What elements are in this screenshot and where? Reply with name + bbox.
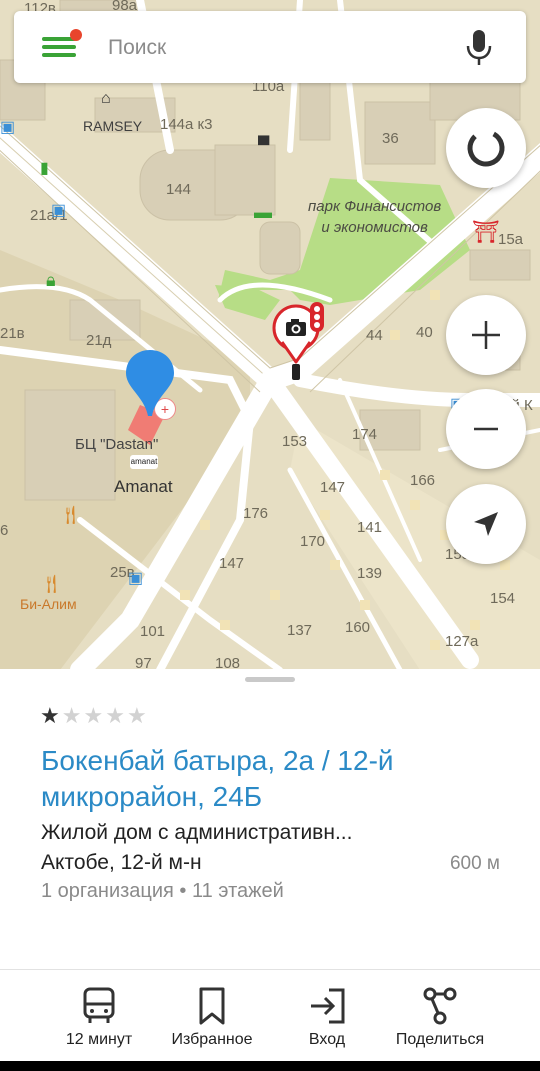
house-number: 154 bbox=[490, 590, 516, 607]
shop-icon[interactable]: 🔒︎ bbox=[46, 270, 56, 291]
star-empty-icon: ★ bbox=[83, 703, 106, 728]
house-number: 147 bbox=[219, 555, 245, 572]
bookmark-icon bbox=[199, 987, 225, 1025]
poi-bi-alim[interactable]: Би-Алим bbox=[20, 596, 77, 612]
place-card[interactable]: ★★★★★ Бокенбай батыра, 2а / 12-й микрора… bbox=[0, 669, 540, 969]
poi-amanat[interactable]: Amanat bbox=[114, 477, 173, 497]
zoom-out-button[interactable] bbox=[446, 389, 526, 469]
plus-icon bbox=[472, 321, 500, 349]
water-tower-icon[interactable]: ⛩︎ bbox=[472, 219, 500, 245]
restaurant-icon[interactable]: 🍴︎ bbox=[40, 574, 63, 595]
park-name-line2: и экономистов bbox=[321, 219, 428, 236]
house-number: 170 bbox=[300, 533, 326, 550]
house-number: 6 bbox=[0, 522, 9, 539]
share-button-label: Поделиться bbox=[395, 1031, 485, 1048]
house-number: 153 bbox=[282, 433, 308, 450]
house-number: 15а bbox=[498, 231, 524, 248]
house-number: 144а к3 bbox=[160, 116, 213, 133]
favorites-button-label: Избранное bbox=[171, 1031, 253, 1048]
restaurant-icon[interactable]: 🍴︎ bbox=[59, 505, 82, 526]
house-number: 21д bbox=[86, 332, 112, 349]
rating-stars: ★★★★★ bbox=[40, 703, 149, 729]
system-nav-bar bbox=[0, 1061, 540, 1071]
route-button[interactable]: 12 минут bbox=[34, 970, 164, 1062]
house-number: 147 bbox=[320, 479, 346, 496]
bus-stop-icon[interactable]: ▣ bbox=[128, 568, 143, 588]
poi-bc-dastan[interactable]: БЦ "Dastan" bbox=[75, 436, 158, 453]
traffic-ring-icon bbox=[467, 129, 505, 167]
house-number: 141 bbox=[357, 519, 383, 536]
favorites-button[interactable]: Избранное bbox=[147, 970, 277, 1062]
bus-stop-icon[interactable]: ▣ bbox=[51, 200, 66, 220]
poi-park[interactable]: парк Финансистов и экономистов bbox=[308, 196, 441, 238]
house-number: 97 bbox=[135, 655, 152, 670]
entrance-icon bbox=[311, 988, 345, 1024]
house-number: 137 bbox=[287, 622, 313, 639]
bench-icon: ▀ bbox=[258, 137, 270, 154]
house-number: 108 bbox=[215, 655, 241, 670]
house-number: 36 bbox=[382, 130, 399, 147]
entrance-button[interactable]: Вход bbox=[262, 970, 392, 1062]
place-description: Жилой дом с административн... bbox=[41, 821, 353, 844]
place-title[interactable]: Бокенбай батыра, 2а / 12-й микрорайон, 2… bbox=[41, 743, 501, 815]
star-filled-icon: ★ bbox=[40, 703, 62, 728]
hotel-icon[interactable]: ▬ bbox=[254, 202, 272, 223]
house-number: 101 bbox=[140, 623, 166, 640]
search-bar bbox=[14, 11, 526, 83]
park-name-line1: парк Финансистов bbox=[308, 198, 442, 215]
house-number: 166 bbox=[410, 472, 436, 489]
bus-icon bbox=[83, 987, 115, 1023]
house-number: 44 bbox=[366, 327, 383, 344]
action-bar: 12 минут Избранное Вход Поделиться bbox=[0, 969, 540, 1062]
house-number: 40 bbox=[416, 324, 433, 341]
poi-ramsey[interactable]: RAMSEY bbox=[83, 118, 142, 134]
place-meta: 1 организация • 11 этажей bbox=[41, 880, 284, 902]
house-number: 144 bbox=[166, 181, 192, 198]
my-location-button[interactable] bbox=[446, 484, 526, 564]
zoom-in-button[interactable] bbox=[446, 295, 526, 375]
house-number: 21в bbox=[0, 325, 25, 342]
share-icon bbox=[423, 987, 457, 1025]
minus-icon bbox=[474, 427, 498, 431]
navigation-arrow-icon bbox=[474, 512, 498, 536]
microphone-icon[interactable] bbox=[466, 29, 492, 67]
location-pin-icon[interactable] bbox=[124, 348, 176, 420]
house-number: 176 bbox=[243, 505, 269, 522]
hanger-icon[interactable]: ⌂ bbox=[101, 90, 111, 108]
notification-dot-icon bbox=[70, 29, 82, 41]
menu-icon[interactable] bbox=[42, 29, 82, 61]
house-number: 127а bbox=[445, 633, 479, 650]
place-address: Актобе, 12-й м-н bbox=[41, 851, 202, 874]
house-number: 139 bbox=[357, 565, 383, 582]
star-empty-icon: ★ bbox=[126, 703, 149, 728]
amanat-logo: amanat bbox=[130, 455, 158, 469]
house-number: 174 bbox=[352, 426, 378, 443]
route-button-label: 12 минут bbox=[65, 1031, 133, 1048]
share-button[interactable]: Поделиться bbox=[375, 970, 505, 1062]
traffic-layer-button[interactable] bbox=[446, 108, 526, 188]
sheet-drag-handle[interactable] bbox=[245, 677, 295, 682]
bus-stop-icon[interactable]: ▣ bbox=[0, 117, 15, 137]
traffic-light-icon: ▮ bbox=[40, 160, 49, 177]
house-number: 160 bbox=[345, 619, 371, 636]
entrance-button-label: Вход bbox=[308, 1031, 346, 1048]
star-empty-icon: ★ bbox=[105, 703, 127, 728]
place-distance: 600 м bbox=[449, 853, 500, 874]
search-input[interactable] bbox=[106, 29, 440, 67]
star-empty-icon: ★ bbox=[61, 703, 84, 728]
traffic-camera-marker[interactable] bbox=[268, 298, 334, 384]
